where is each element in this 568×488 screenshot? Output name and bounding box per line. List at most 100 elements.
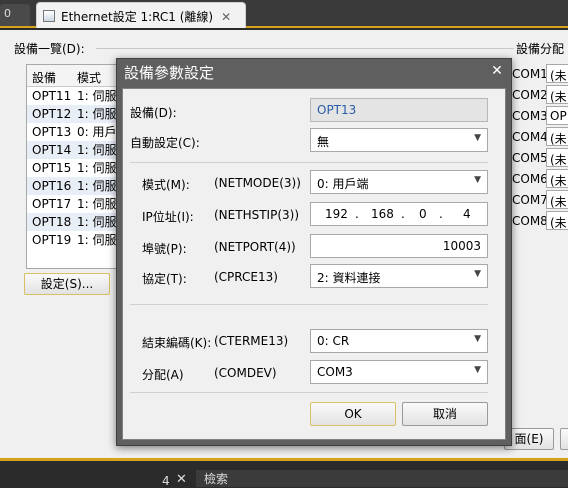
- auto-setting-value: 無: [317, 135, 330, 149]
- ip-dot: .: [355, 207, 359, 221]
- device-cell: OPT17: [32, 197, 72, 211]
- group-divider: [96, 48, 514, 49]
- protocol-param: (CPRCE13): [214, 270, 278, 284]
- com-value-select[interactable]: (未: [546, 127, 568, 146]
- com-row: COM2: (未: [512, 85, 568, 105]
- column-header-mode[interactable]: 模式: [77, 69, 101, 86]
- device-cell: OPT16: [32, 179, 72, 193]
- com-row: COM5: (未: [512, 148, 568, 168]
- com-row: COM3: OP: [512, 106, 568, 126]
- ip-address-field[interactable]: 192 . 168 . 0 . 4: [310, 202, 488, 226]
- tab-previous[interactable]: 0: [0, 4, 30, 26]
- divider: [130, 392, 488, 393]
- device-list[interactable]: 設備 模式 OPT11 1: 伺服 OPT12 1: 伺服 OPT13 0: 用戶 OPT1…: [26, 64, 124, 269]
- assignment-label: 分配(A): [142, 368, 184, 382]
- auto-setting-label: 自動設定(C):: [130, 136, 200, 150]
- mode-cell: 1: 伺服: [77, 89, 117, 103]
- ip-dot: .: [401, 207, 405, 221]
- list-item[interactable]: OPT19 1: 伺服: [27, 231, 123, 249]
- device-cell: OPT14: [32, 143, 72, 157]
- chevron-down-icon: ▼: [474, 175, 481, 185]
- port-param: (NETPORT(4)): [214, 240, 296, 254]
- pin-icon[interactable]: 4: [162, 474, 170, 488]
- tab-close-icon[interactable]: ✕: [221, 10, 231, 24]
- ok-button[interactable]: OK: [310, 402, 396, 426]
- search-tab-label: 檢索: [204, 472, 229, 486]
- ip-dot: .: [439, 207, 443, 221]
- device-cell: OPT19: [32, 233, 72, 247]
- com-value-select[interactable]: (未: [546, 64, 568, 83]
- divider: [130, 162, 488, 163]
- search-tab[interactable]: 檢索: [196, 470, 568, 487]
- list-header: 設備 模式: [27, 65, 123, 87]
- com-value-select[interactable]: (未: [546, 148, 568, 167]
- list-item[interactable]: OPT14 1: 伺服: [27, 141, 123, 159]
- terminator-param: (CTERME13): [214, 334, 289, 348]
- tab-ethernet-settings[interactable]: Ethernet設定 1:RC1 (離線) ✕: [36, 2, 246, 28]
- mode-select[interactable]: 0: 用戶端 ▼: [310, 170, 488, 194]
- ip-octet-1[interactable]: 192: [325, 207, 348, 221]
- chevron-down-icon: ▼: [474, 269, 481, 279]
- assignment-select[interactable]: COM3 ▼: [310, 360, 488, 384]
- list-item[interactable]: OPT15 1: 伺服: [27, 159, 123, 177]
- com-value-select[interactable]: (未: [546, 211, 568, 230]
- list-item[interactable]: OPT11 1: 伺服: [27, 87, 123, 105]
- mode-value: 0: 用戶端: [317, 177, 369, 191]
- mode-label: 模式(M):: [142, 178, 190, 192]
- mode-cell: 1: 伺服: [77, 215, 117, 229]
- mode-param: (NETMODE(3)): [214, 176, 301, 190]
- mode-cell: 1: 伺服: [77, 107, 117, 121]
- terminator-select[interactable]: 0: CR ▼: [310, 329, 488, 353]
- chevron-down-icon: ▼: [474, 334, 481, 344]
- device-field: OPT13: [310, 98, 488, 122]
- ip-octet-4[interactable]: 4: [463, 207, 471, 221]
- mode-cell: 1: 伺服: [77, 143, 117, 157]
- com-row: COM1: (未: [512, 64, 568, 84]
- list-item[interactable]: OPT12 1: 伺服: [27, 105, 123, 123]
- com-row: COM4: (未: [512, 127, 568, 147]
- com-value-select[interactable]: (未: [546, 85, 568, 104]
- terminator-label: 結束編碼(K):: [142, 336, 212, 350]
- assignment-value: COM3: [317, 365, 353, 379]
- port-label: 埠號(P):: [142, 242, 187, 256]
- auto-setting-select[interactable]: 無 ▼: [310, 128, 488, 152]
- list-body: OPT11 1: 伺服 OPT12 1: 伺服 OPT13 0: 用戶 OPT14 1: 伺服…: [27, 87, 123, 249]
- dialog-close-icon[interactable]: ✕: [490, 64, 504, 78]
- close-icon[interactable]: ✕: [176, 472, 187, 487]
- column-header-device[interactable]: 設備: [32, 69, 56, 86]
- device-value: OPT13: [317, 103, 357, 117]
- device-label: 設備(D):: [130, 106, 177, 120]
- com-value-select[interactable]: (未: [546, 169, 568, 188]
- terminator-value: 0: CR: [317, 334, 350, 348]
- protocol-select[interactable]: 2: 資料連接 ▼: [310, 264, 488, 288]
- port-value: 10003: [442, 239, 481, 253]
- settings-button[interactable]: 設定(S)...: [24, 273, 110, 295]
- list-item[interactable]: OPT17 1: 伺服: [27, 195, 123, 213]
- ip-address-label: IP位址(I):: [142, 210, 194, 224]
- chevron-down-icon: ▼: [474, 133, 481, 143]
- mode-cell: 1: 伺服: [77, 197, 117, 211]
- side-button[interactable]: [560, 428, 568, 450]
- com-value-select[interactable]: (未: [546, 190, 568, 209]
- ip-octet-2[interactable]: 168: [371, 207, 394, 221]
- protocol-value: 2: 資料連接: [317, 271, 381, 285]
- protocol-label: 協定(T):: [142, 272, 187, 286]
- device-assignment-label: 設備分配: [516, 42, 565, 56]
- device-cell: OPT15: [32, 161, 72, 175]
- ip-octet-3[interactable]: 0: [419, 207, 427, 221]
- tab-previous-label: 0: [4, 7, 11, 20]
- mode-cell: 1: 伺服: [77, 179, 117, 193]
- device-cell: OPT11: [32, 89, 72, 103]
- list-item[interactable]: OPT16 1: 伺服: [27, 177, 123, 195]
- device-list-label: 設備一覽(D):: [14, 42, 85, 56]
- list-item[interactable]: OPT13 0: 用戶: [27, 123, 123, 141]
- port-input[interactable]: 10003: [310, 234, 488, 258]
- com-row: COM6: (未: [512, 169, 568, 189]
- list-item[interactable]: OPT18 1: 伺服: [27, 213, 123, 231]
- mode-cell: 1: 伺服: [77, 161, 117, 175]
- assignment-param: (COMDEV): [214, 366, 277, 380]
- com-value-select[interactable]: OP: [546, 106, 568, 125]
- divider: [130, 304, 488, 305]
- document-icon: [43, 10, 55, 22]
- cancel-button[interactable]: 取消: [402, 402, 488, 426]
